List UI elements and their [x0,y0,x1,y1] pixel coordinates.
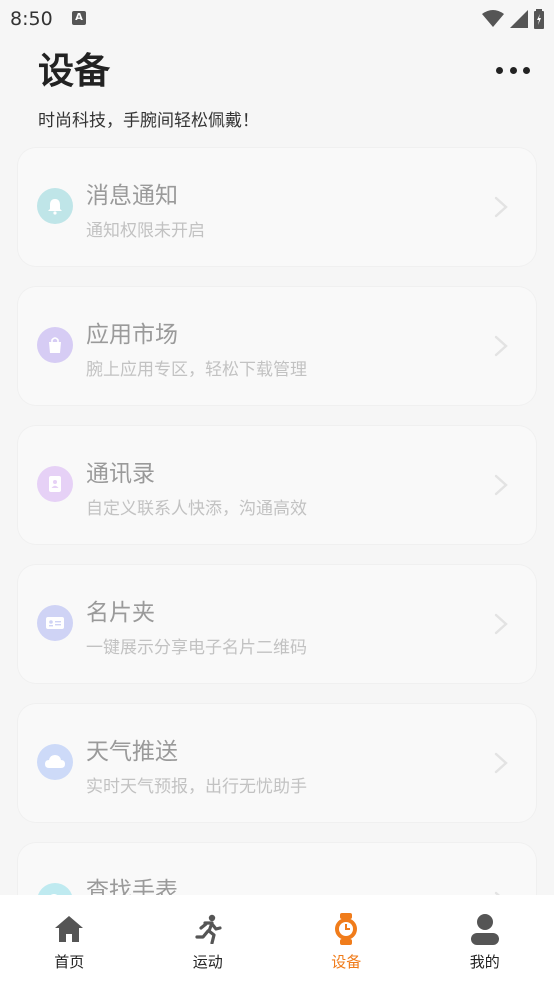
card-title: 应用市场 [86,322,178,348]
tab-home[interactable]: 首页 [0,895,139,984]
status-time: 8:50 [10,8,53,30]
card-contacts[interactable]: 通讯录 自定义联系人快添，沟通高效 [18,426,536,544]
card-business-cards[interactable]: 名片夹 一键展示分享电子名片二维码 [18,565,536,683]
tab-sport[interactable]: 运动 [139,895,278,984]
status-icons [482,9,544,29]
chevron-right-icon [494,613,508,635]
tab-label: 设备 [331,953,362,971]
bell-icon [48,199,62,215]
card-icon-circle [37,744,73,780]
home-icon [53,913,85,945]
tab-device[interactable]: 设备 [277,895,416,984]
card-icon-circle [37,327,73,363]
card-title: 消息通知 [86,183,178,209]
card-description: 自定义联系人快添，沟通高效 [86,499,307,519]
tab-label: 首页 [54,953,85,971]
tab-label: 运动 [192,953,223,971]
card-description: 腕上应用专区，轻松下载管理 [86,360,307,380]
status-bar: 8:50 A [0,0,554,40]
notification-app-icon: A [72,11,86,25]
chevron-right-icon [494,196,508,218]
more-dot-icon [523,66,530,74]
card-title: 名片夹 [86,600,155,626]
card-title: 通讯录 [86,461,155,487]
person-icon [469,913,501,945]
card-message-notification[interactable]: 消息通知 通知权限未开启 [18,148,536,266]
page-header: 设备 时尚科技，手腕间轻松佩戴！ [38,50,259,131]
signal-icon [510,10,528,28]
page-subtitle: 时尚科技，手腕间轻松佩戴！ [38,111,259,131]
more-options-button[interactable] [496,62,530,78]
bottom-tab-bar: 首页 运动 设备 我的 [0,895,554,984]
card-title: 天气推送 [86,739,178,765]
card-icon-circle [37,188,73,224]
card-description: 一键展示分享电子名片二维码 [86,638,307,658]
card-icon-circle [37,605,73,641]
tab-label: 我的 [469,953,500,971]
card-app-market[interactable]: 应用市场 腕上应用专区，轻松下载管理 [18,287,536,405]
chevron-right-icon [494,474,508,496]
contacts-icon [49,476,61,492]
card-description: 实时天气预报，出行无忧助手 [86,777,307,797]
running-icon [192,913,224,945]
shopping-bag-icon [49,337,61,353]
business-card-icon [46,617,64,629]
card-description: 通知权限未开启 [86,221,205,241]
cloud-icon [45,755,65,768]
page-title: 设备 [38,51,111,92]
card-icon-circle [37,466,73,502]
chevron-right-icon [494,752,508,774]
tab-mine[interactable]: 我的 [416,895,554,984]
battery-icon [534,9,544,29]
card-weather-push[interactable]: 天气推送 实时天气预报，出行无忧助手 [18,704,536,822]
more-dot-icon [509,66,517,74]
wifi-icon [482,10,504,27]
watch-icon [330,913,362,945]
more-dot-icon [496,66,503,74]
feature-card-list: 消息通知 通知权限未开启 应用市场 腕上应用专区，轻松下载管理 通讯录 自定义联… [18,148,536,982]
chevron-right-icon [494,335,508,357]
